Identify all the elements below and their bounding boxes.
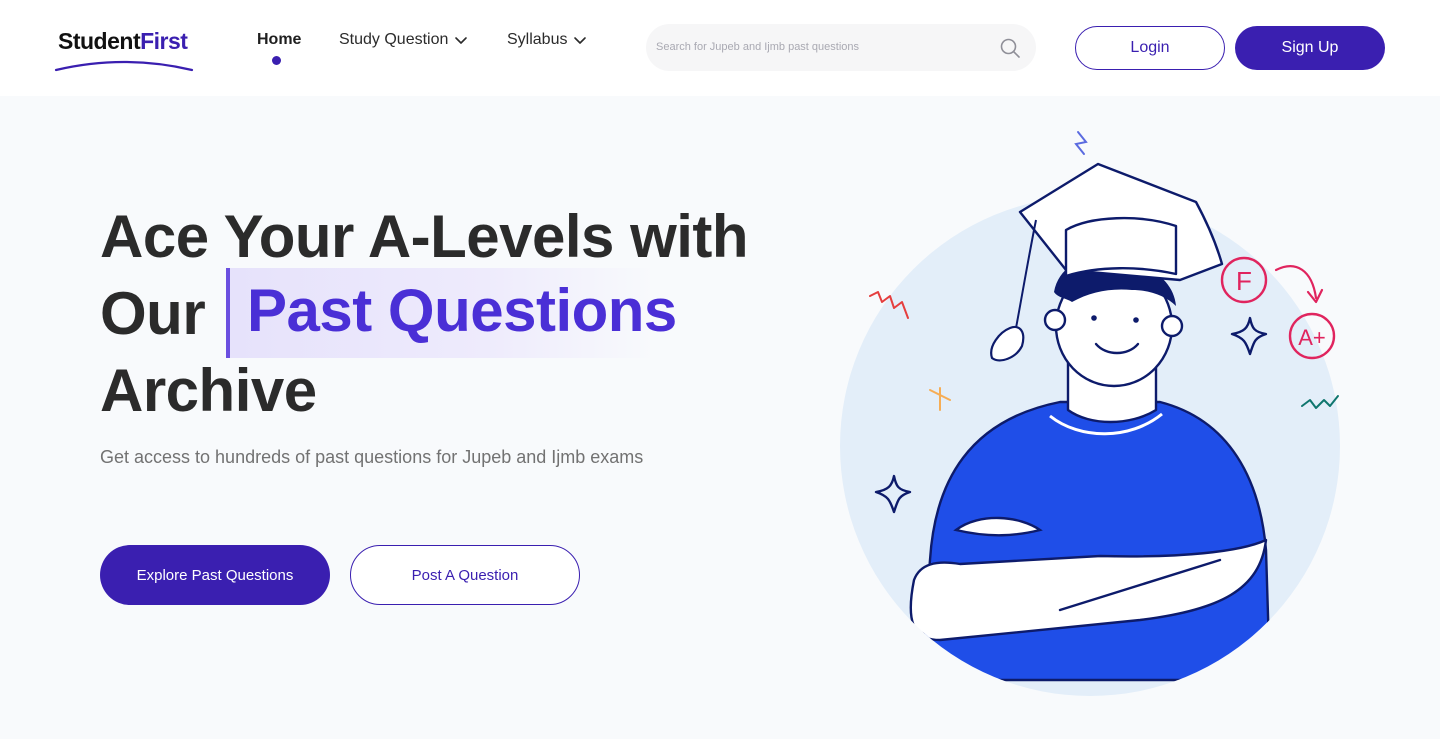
nav-study-question[interactable]: Study Question [339,31,468,49]
hero-title-line-3: Archive [100,357,317,424]
brand-logo[interactable]: StudentFirst [54,28,196,74]
spark-icon [1074,131,1088,155]
chevron-down-icon [574,37,587,44]
hero-title-highlight: Past Questions [247,277,677,344]
graduate-student-illustration: F A+ [840,131,1340,696]
search-input[interactable] [656,36,986,58]
logo-swoosh-icon [54,60,194,72]
logo-wordmark: StudentFirst [58,28,188,54]
signup-button[interactable]: Sign Up [1235,26,1385,70]
grade-a-text: A+ [1298,325,1326,350]
chevron-down-icon [455,37,468,44]
search-bar [646,24,1036,71]
login-button[interactable]: Login [1075,26,1225,70]
top-navbar: StudentFirst Home Study Question Syllabu… [0,0,1440,96]
nav-home[interactable]: Home [257,31,301,49]
hero-subtitle: Get access to hundreds of past questions… [100,447,644,467]
nav-active-indicator [272,56,281,65]
hero-title-line-1: Ace Your A-Levels with [100,203,749,270]
post-question-button[interactable]: Post A Question [350,545,580,605]
explore-past-questions-button[interactable]: Explore Past Questions [100,545,330,605]
search-icon[interactable] [999,37,1021,59]
nav-syllabus[interactable]: Syllabus [507,31,587,49]
grade-f-text: F [1236,266,1252,296]
